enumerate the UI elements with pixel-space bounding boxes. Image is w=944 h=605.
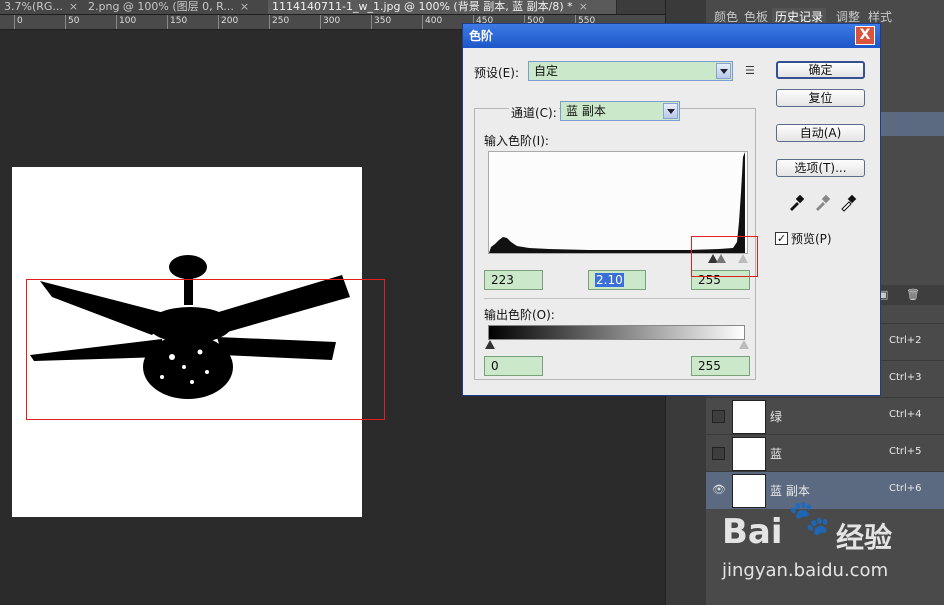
- visibility-toggle[interactable]: [712, 447, 725, 460]
- chevron-down-icon[interactable]: [663, 103, 678, 119]
- eye-icon[interactable]: 👁: [712, 484, 726, 495]
- ruler-number: 350: [374, 16, 392, 26]
- ruler-number: 50: [68, 16, 80, 26]
- auto-button[interactable]: 自动(A): [776, 124, 865, 142]
- channel-name: 蓝: [770, 447, 783, 461]
- tab-label: 3.7%(RG...: [4, 0, 63, 13]
- ruler-number: 100: [119, 16, 137, 26]
- levels-dialog: 色阶 X 预设(E): 自定 ☰ 通道(C): 蓝 副本 输入色阶(I): 22…: [462, 23, 881, 396]
- output-black-field[interactable]: 0: [484, 356, 543, 376]
- document-tab[interactable]: 3.7%(RG... ×: [0, 0, 89, 14]
- document-tab-active[interactable]: 1114140711-1_w_1.jpg @ 100% (背景 副本, 蓝 副本…: [268, 0, 617, 14]
- ruler-number: 400: [425, 16, 443, 26]
- ruler-tick: [422, 15, 423, 29]
- trash-icon[interactable]: 🗑: [906, 288, 920, 301]
- ruler-tick: [269, 15, 270, 29]
- visibility-toggle[interactable]: [712, 410, 725, 423]
- slider-highlight-box: [691, 236, 758, 277]
- ruler-tick: [65, 15, 66, 29]
- output-gradient-bar: [488, 325, 745, 340]
- output-levels-label: 输出色阶(O):: [484, 308, 555, 322]
- ruler-number: 200: [221, 16, 239, 26]
- channel-label: 通道(C):: [509, 104, 559, 121]
- preset-select[interactable]: 自定: [528, 61, 733, 81]
- channel-thumbnail: [732, 437, 766, 471]
- close-icon[interactable]: ×: [579, 0, 588, 13]
- paw-icon: 🐾: [788, 498, 831, 538]
- channel-thumbnail: [732, 474, 766, 508]
- ruler-number: 0: [17, 16, 23, 26]
- channel-thumbnail: [732, 400, 766, 434]
- channel-shortcut: Ctrl+2: [889, 335, 922, 346]
- preset-value: 自定: [534, 64, 559, 78]
- preview-label: 预览(P): [791, 232, 832, 246]
- output-black-slider[interactable]: [485, 340, 495, 349]
- ruler-tick: [371, 15, 372, 29]
- dialog-titlebar[interactable]: 色阶: [463, 24, 880, 48]
- ruler-tick: [218, 15, 219, 29]
- channel-shortcut: Ctrl+4: [889, 409, 922, 420]
- options-button[interactable]: 选项(T)...: [776, 159, 865, 177]
- channel-name: 绿: [770, 410, 783, 424]
- dialog-title: 色阶: [469, 29, 494, 43]
- white-eyedropper-icon[interactable]: [839, 194, 857, 212]
- ruler-number: 150: [170, 16, 188, 26]
- close-icon[interactable]: ×: [69, 0, 78, 13]
- watermark-brand2: 经验: [836, 521, 893, 554]
- ok-button[interactable]: 确定: [776, 61, 865, 79]
- ruler-number: 250: [272, 16, 290, 26]
- tab-label: 2.png @ 100% (图层 0, R...: [88, 0, 234, 13]
- tab-label: 1114140711-1_w_1.jpg @ 100% (背景 副本, 蓝 副本…: [272, 0, 573, 13]
- channel-select[interactable]: 蓝 副本: [560, 101, 680, 121]
- channel-name: 蓝 副本: [770, 484, 810, 498]
- close-icon[interactable]: ×: [240, 0, 249, 13]
- input-black-field[interactable]: 223: [484, 270, 543, 290]
- document-tab-bar: 3.7%(RG... × 2.png @ 100% (图层 0, R... × 11…: [0, 0, 665, 15]
- output-white-slider[interactable]: [739, 340, 749, 349]
- selection-highlight-box: [26, 279, 385, 420]
- black-eyedropper-icon[interactable]: [787, 194, 805, 212]
- channel-value: 蓝 副本: [566, 104, 606, 118]
- close-button[interactable]: X: [855, 26, 875, 45]
- channel-shortcut: Ctrl+5: [889, 446, 922, 457]
- input-gamma-field[interactable]: 2.10: [588, 270, 646, 290]
- gray-eyedropper-icon[interactable]: [813, 194, 831, 212]
- channel-shortcut: Ctrl+3: [889, 372, 922, 383]
- ruler-tick: [167, 15, 168, 29]
- preset-label: 预设(E):: [474, 66, 519, 80]
- ruler-tick: [14, 15, 15, 29]
- channel-shortcut: Ctrl+6: [889, 483, 922, 494]
- ruler-number: 300: [323, 16, 341, 26]
- divider: [484, 298, 750, 299]
- reset-button[interactable]: 复位: [776, 89, 865, 107]
- preview-checkbox[interactable]: ✓: [775, 232, 788, 245]
- input-gamma-value: 2.10: [595, 273, 624, 287]
- ruler-tick: [116, 15, 117, 29]
- input-levels-label: 输入色阶(I):: [484, 134, 549, 148]
- watermark-url: jingyan.baidu.com: [722, 560, 889, 581]
- channel-row-blue[interactable]: 蓝 Ctrl+5: [706, 434, 944, 472]
- output-white-field[interactable]: 255: [691, 356, 750, 376]
- watermark-brand: Bai: [722, 512, 783, 552]
- ruler-tick: [320, 15, 321, 29]
- preset-options-icon[interactable]: ☰: [745, 64, 755, 77]
- document-tab[interactable]: 2.png @ 100% (图层 0, R... ×: [84, 0, 271, 14]
- chevron-down-icon[interactable]: [716, 63, 731, 79]
- channel-row-green[interactable]: 绿 Ctrl+4: [706, 397, 944, 435]
